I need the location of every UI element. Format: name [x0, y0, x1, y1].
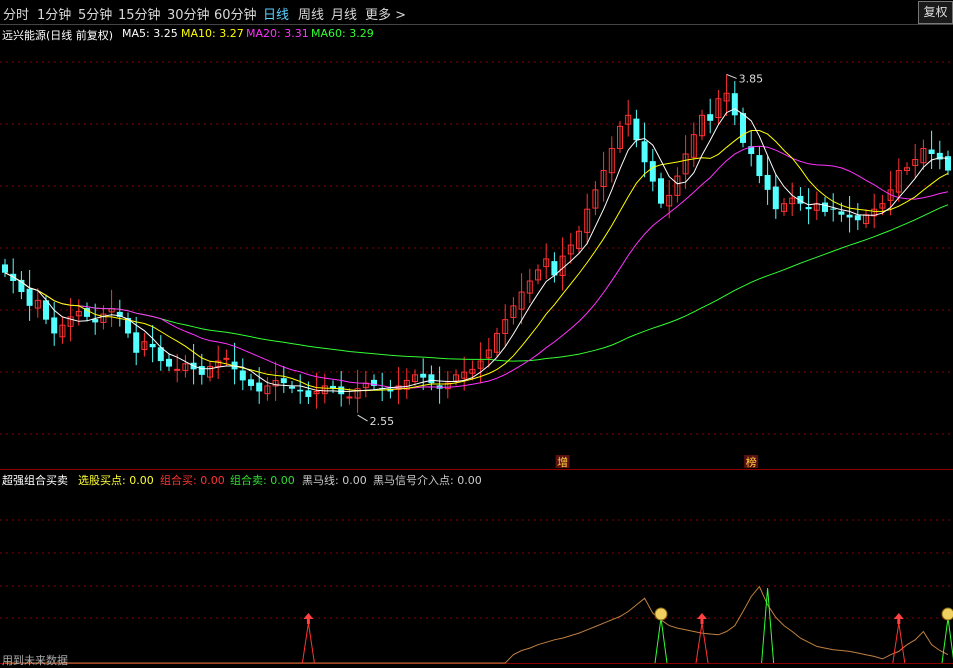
marker-label: 增: [557, 455, 568, 469]
candle-body: [658, 178, 664, 204]
candle-body: [198, 366, 205, 375]
buy-arrow-icon: [303, 613, 314, 619]
buy-arrow-stem: [306, 619, 310, 624]
signal-spike: [301, 622, 315, 664]
candle-body: [289, 386, 295, 389]
min-pointer: [357, 414, 368, 422]
signal-spike: [941, 617, 953, 664]
candle-body: [133, 332, 140, 353]
period-tab-8[interactable]: 月线: [331, 4, 357, 23]
candle-body: [854, 215, 861, 221]
candle-body: [772, 186, 779, 210]
candle-body: [707, 114, 714, 121]
indicator-legend-0: 选股买点: 0.00: [78, 474, 154, 487]
indicator-legend-4: 黑马信号介入点: 0.00: [373, 474, 482, 487]
buy-arrow-icon: [893, 613, 904, 619]
ma60-line: [4, 204, 949, 362]
period-tab-3[interactable]: 15分钟: [118, 4, 161, 23]
max-price-label: 3.85: [739, 72, 764, 85]
signal-spike: [892, 622, 906, 664]
ma20-line: [4, 145, 949, 389]
indicator-legend-3: 黑马线: 0.00: [302, 474, 367, 487]
candle-body: [928, 149, 935, 154]
candle-body: [822, 202, 828, 212]
period-tab-2[interactable]: 5分钟: [78, 4, 112, 23]
signal-spike: [695, 622, 709, 664]
money-bag-icon: [941, 607, 953, 621]
candle-body: [830, 208, 837, 210]
signal-spike: [761, 587, 775, 664]
period-tab-4[interactable]: 30分钟: [167, 4, 210, 23]
candle-body: [756, 155, 763, 177]
candle-body: [297, 389, 304, 392]
candle-body: [256, 382, 263, 392]
candle-body: [26, 288, 33, 306]
indicator-legend-2: 组合卖: 0.00: [230, 474, 295, 487]
candle-body: [248, 379, 254, 386]
kline-chart: 3.85 2.55 增 榜: [0, 24, 953, 664]
candle-body: [338, 386, 345, 395]
period-tab-7[interactable]: 周线: [298, 4, 324, 23]
buy-arrow-stem: [700, 619, 704, 624]
signal-spike: [654, 617, 668, 664]
candle-body: [305, 390, 312, 397]
max-pointer: [726, 73, 737, 79]
ma-legend-0: MA5: 3.25: [122, 27, 178, 40]
candle-body: [280, 378, 287, 384]
period-tab-5[interactable]: 60分钟: [214, 4, 257, 23]
candle-body: [420, 373, 427, 378]
candle-body: [633, 118, 640, 141]
candle-body: [649, 161, 656, 182]
candle-body: [805, 206, 812, 210]
period-tab-1[interactable]: 1分钟: [37, 4, 71, 23]
candle-body: [223, 357, 230, 360]
indicator-legend-1: 组合买: 0.00: [160, 474, 225, 487]
candle-body: [346, 396, 353, 399]
ma-legend-2: MA20: 3.31: [246, 27, 309, 40]
candle-body: [149, 343, 156, 348]
candle-body: [731, 93, 738, 116]
buy-arrow-icon: [697, 613, 707, 619]
ma-legend-1: MA10: 3.27: [181, 27, 244, 40]
candle-body: [174, 368, 181, 371]
marker-label: 榜: [746, 455, 757, 469]
period-tab-6[interactable]: 日线: [263, 4, 289, 23]
candle-body: [428, 374, 435, 384]
candle-body: [740, 113, 746, 143]
period-tab-0[interactable]: 分时: [3, 4, 29, 23]
candle-body: [764, 174, 771, 190]
candle-body: [51, 317, 58, 334]
min-price-label: 2.55: [370, 415, 395, 428]
blackhorse-line: [5, 585, 949, 664]
candle-body: [2, 264, 8, 273]
candle-body: [838, 211, 845, 215]
candle-body: [641, 141, 648, 163]
candle-body: [846, 214, 853, 218]
ma-legend-3: MA60: 3.29: [311, 27, 374, 40]
candle-body: [239, 370, 246, 381]
money-bag-icon: [654, 607, 668, 621]
period-tab-9[interactable]: 更多 >: [365, 4, 406, 23]
candle-body: [166, 358, 172, 367]
buy-arrow-stem: [897, 619, 901, 624]
